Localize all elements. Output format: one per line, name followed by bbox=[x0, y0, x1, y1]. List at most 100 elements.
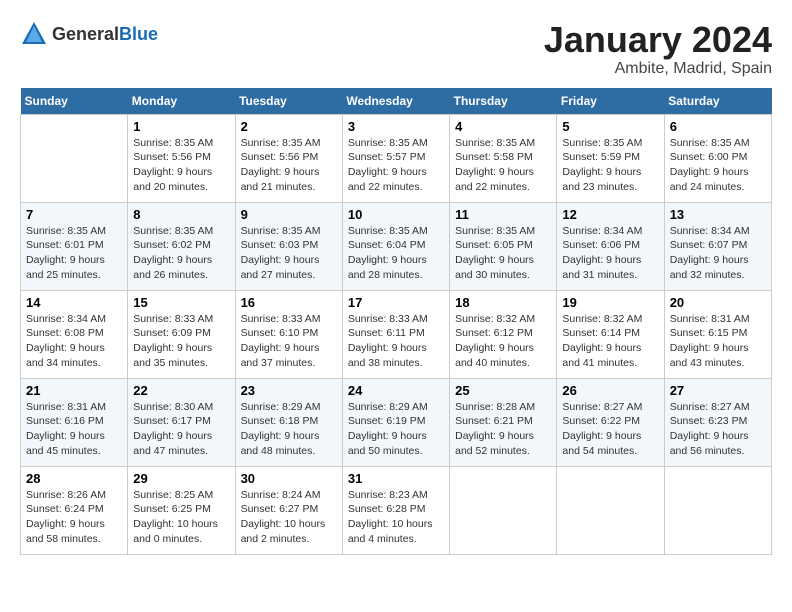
calendar-week-row: 21 Sunrise: 8:31 AMSunset: 6:16 PMDayligh… bbox=[21, 378, 772, 466]
day-number: 28 bbox=[26, 471, 122, 486]
day-info: Sunrise: 8:35 AMSunset: 6:04 PMDaylight:… bbox=[348, 224, 444, 283]
calendar-cell: 10 Sunrise: 8:35 AMSunset: 6:04 PMDayligh… bbox=[342, 202, 449, 290]
day-info: Sunrise: 8:32 AMSunset: 6:12 PMDaylight:… bbox=[455, 312, 551, 371]
day-number: 31 bbox=[348, 471, 444, 486]
calendar-cell: 14Sunrise: 8:34 AMSunset: 6:08 PMDayligh… bbox=[21, 290, 128, 378]
calendar-cell bbox=[450, 466, 557, 554]
day-info: Sunrise: 8:31 AMSunset: 6:15 PMDaylight:… bbox=[670, 312, 766, 371]
day-number: 13 bbox=[670, 207, 766, 222]
day-number: 15 bbox=[133, 295, 229, 310]
day-info: Sunrise: 8:26 AMSunset: 6:24 PMDaylight:… bbox=[26, 488, 122, 547]
day-number: 11 bbox=[455, 207, 551, 222]
location-title: Ambite, Madrid, Spain bbox=[544, 60, 772, 78]
day-number: 1 bbox=[133, 119, 229, 134]
calendar-cell: 3Sunrise: 8:35 AMSunset: 5:57 PMDaylight… bbox=[342, 114, 449, 202]
day-info: Sunrise: 8:31 AMSunset: 6:16 PMDaylight:… bbox=[26, 400, 122, 459]
calendar-cell: 27Sunrise: 8:27 AMSunset: 6:23 PMDayligh… bbox=[664, 378, 771, 466]
calendar-cell: 18 Sunrise: 8:32 AMSunset: 6:12 PMDayligh… bbox=[450, 290, 557, 378]
day-number: 19 bbox=[562, 295, 658, 310]
title-area: January 2024 Ambite, Madrid, Spain bbox=[544, 20, 772, 78]
weekday-header-row: SundayMondayTuesdayWednesdayThursdayFrid… bbox=[21, 88, 772, 115]
header: GeneralBlue January 2024 Ambite, Madrid,… bbox=[20, 20, 772, 78]
calendar-cell: 15 Sunrise: 8:33 AMSunset: 6:09 PMDayligh… bbox=[128, 290, 235, 378]
day-number: 2 bbox=[241, 119, 337, 134]
logo-text-blue: Blue bbox=[119, 24, 158, 44]
month-title: January 2024 bbox=[544, 20, 772, 60]
calendar-cell: 19 Sunrise: 8:32 AMSunset: 6:14 PMDayligh… bbox=[557, 290, 664, 378]
weekday-header: Thursday bbox=[450, 88, 557, 115]
day-number: 14 bbox=[26, 295, 122, 310]
day-number: 10 bbox=[348, 207, 444, 222]
calendar-cell bbox=[21, 114, 128, 202]
day-info: Sunrise: 8:23 AMSunset: 6:28 PMDaylight:… bbox=[348, 488, 444, 547]
weekday-header: Wednesday bbox=[342, 88, 449, 115]
logo: GeneralBlue bbox=[20, 20, 158, 48]
calendar-cell bbox=[664, 466, 771, 554]
calendar-cell: 31 Sunrise: 8:23 AMSunset: 6:28 PMDayligh… bbox=[342, 466, 449, 554]
day-info: Sunrise: 8:29 AMSunset: 6:18 PMDaylight:… bbox=[241, 400, 337, 459]
logo-text-general: General bbox=[52, 24, 119, 44]
day-number: 8 bbox=[133, 207, 229, 222]
day-info: Sunrise: 8:24 AMSunset: 6:27 PMDaylight:… bbox=[241, 488, 337, 547]
calendar-cell: 5 Sunrise: 8:35 AMSunset: 5:59 PMDaylight… bbox=[557, 114, 664, 202]
day-info: Sunrise: 8:30 AMSunset: 6:17 PMDaylight:… bbox=[133, 400, 229, 459]
calendar-cell: 28 Sunrise: 8:26 AMSunset: 6:24 PMDayligh… bbox=[21, 466, 128, 554]
day-info: Sunrise: 8:27 AMSunset: 6:22 PMDaylight:… bbox=[562, 400, 658, 459]
weekday-header: Sunday bbox=[21, 88, 128, 115]
day-number: 22 bbox=[133, 383, 229, 398]
day-info: Sunrise: 8:35 AMSunset: 6:05 PMDaylight:… bbox=[455, 224, 551, 283]
day-info: Sunrise: 8:35 AMSunset: 5:59 PMDaylight:… bbox=[562, 136, 658, 195]
weekday-header: Saturday bbox=[664, 88, 771, 115]
day-info: Sunrise: 8:33 AMSunset: 6:11 PMDaylight:… bbox=[348, 312, 444, 371]
day-number: 4 bbox=[455, 119, 551, 134]
day-number: 23 bbox=[241, 383, 337, 398]
calendar-cell: 22 Sunrise: 8:30 AMSunset: 6:17 PMDayligh… bbox=[128, 378, 235, 466]
weekday-header: Monday bbox=[128, 88, 235, 115]
calendar-cell: 20 Sunrise: 8:31 AMSunset: 6:15 PMDayligh… bbox=[664, 290, 771, 378]
calendar-cell: 29Sunrise: 8:25 AMSunset: 6:25 PMDayligh… bbox=[128, 466, 235, 554]
day-number: 20 bbox=[670, 295, 766, 310]
weekday-header: Tuesday bbox=[235, 88, 342, 115]
day-number: 5 bbox=[562, 119, 658, 134]
day-number: 26 bbox=[562, 383, 658, 398]
day-info: Sunrise: 8:33 AMSunset: 6:09 PMDaylight:… bbox=[133, 312, 229, 371]
day-info: Sunrise: 8:35 AMSunset: 5:56 PMDaylight:… bbox=[133, 136, 229, 195]
calendar-week-row: 7 Sunrise: 8:35 AMSunset: 6:01 PMDaylight… bbox=[21, 202, 772, 290]
day-info: Sunrise: 8:35 AMSunset: 6:01 PMDaylight:… bbox=[26, 224, 122, 283]
day-info: Sunrise: 8:35 AMSunset: 6:03 PMDaylight:… bbox=[241, 224, 337, 283]
calendar-cell: 6Sunrise: 8:35 AMSunset: 6:00 PMDaylight… bbox=[664, 114, 771, 202]
day-number: 7 bbox=[26, 207, 122, 222]
day-info: Sunrise: 8:34 AMSunset: 6:06 PMDaylight:… bbox=[562, 224, 658, 283]
day-info: Sunrise: 8:28 AMSunset: 6:21 PMDaylight:… bbox=[455, 400, 551, 459]
day-number: 24 bbox=[348, 383, 444, 398]
day-info: Sunrise: 8:29 AMSunset: 6:19 PMDaylight:… bbox=[348, 400, 444, 459]
day-number: 18 bbox=[455, 295, 551, 310]
logo-icon bbox=[20, 20, 48, 48]
day-number: 29 bbox=[133, 471, 229, 486]
day-number: 12 bbox=[562, 207, 658, 222]
day-info: Sunrise: 8:35 AMSunset: 6:02 PMDaylight:… bbox=[133, 224, 229, 283]
day-info: Sunrise: 8:35 AMSunset: 5:56 PMDaylight:… bbox=[241, 136, 337, 195]
day-number: 9 bbox=[241, 207, 337, 222]
calendar-cell: 8 Sunrise: 8:35 AMSunset: 6:02 PMDaylight… bbox=[128, 202, 235, 290]
calendar-cell: 1 Sunrise: 8:35 AMSunset: 5:56 PMDaylight… bbox=[128, 114, 235, 202]
day-info: Sunrise: 8:32 AMSunset: 6:14 PMDaylight:… bbox=[562, 312, 658, 371]
calendar-week-row: 14Sunrise: 8:34 AMSunset: 6:08 PMDayligh… bbox=[21, 290, 772, 378]
day-info: Sunrise: 8:35 AMSunset: 5:57 PMDaylight:… bbox=[348, 136, 444, 195]
calendar-cell: 7 Sunrise: 8:35 AMSunset: 6:01 PMDaylight… bbox=[21, 202, 128, 290]
calendar-cell: 23 Sunrise: 8:29 AMSunset: 6:18 PMDayligh… bbox=[235, 378, 342, 466]
calendar-table: SundayMondayTuesdayWednesdayThursdayFrid… bbox=[20, 88, 772, 555]
calendar-cell: 16 Sunrise: 8:33 AMSunset: 6:10 PMDayligh… bbox=[235, 290, 342, 378]
calendar-cell: 13 Sunrise: 8:34 AMSunset: 6:07 PMDayligh… bbox=[664, 202, 771, 290]
day-info: Sunrise: 8:34 AMSunset: 6:07 PMDaylight:… bbox=[670, 224, 766, 283]
day-number: 16 bbox=[241, 295, 337, 310]
calendar-week-row: 1 Sunrise: 8:35 AMSunset: 5:56 PMDaylight… bbox=[21, 114, 772, 202]
weekday-header: Friday bbox=[557, 88, 664, 115]
calendar-week-row: 28 Sunrise: 8:26 AMSunset: 6:24 PMDayligh… bbox=[21, 466, 772, 554]
calendar-cell: 25Sunrise: 8:28 AMSunset: 6:21 PMDayligh… bbox=[450, 378, 557, 466]
day-number: 21 bbox=[26, 383, 122, 398]
day-number: 27 bbox=[670, 383, 766, 398]
calendar-cell: 24 Sunrise: 8:29 AMSunset: 6:19 PMDayligh… bbox=[342, 378, 449, 466]
day-info: Sunrise: 8:33 AMSunset: 6:10 PMDaylight:… bbox=[241, 312, 337, 371]
calendar-cell: 2 Sunrise: 8:35 AMSunset: 5:56 PMDaylight… bbox=[235, 114, 342, 202]
